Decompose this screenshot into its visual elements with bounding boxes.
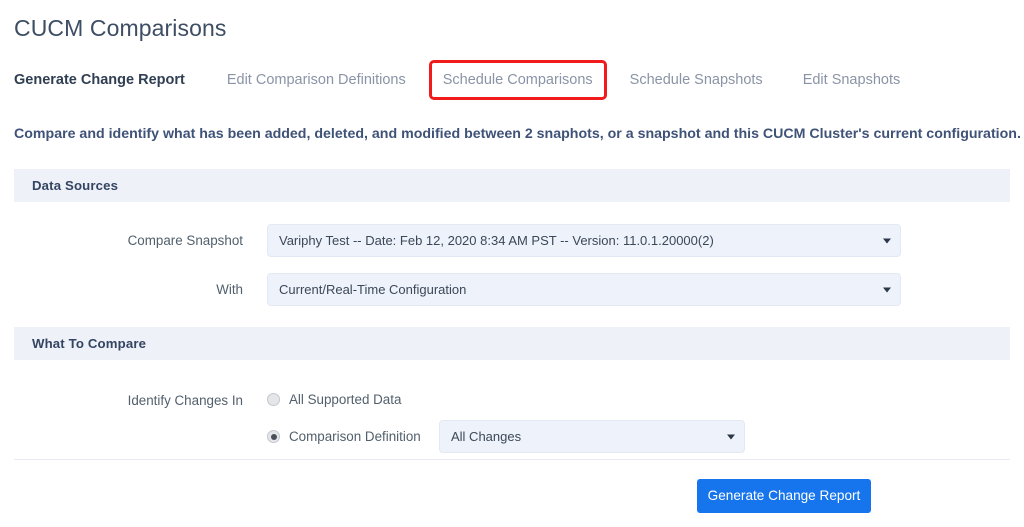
label-identify-changes-in: Identify Changes In	[127, 393, 243, 408]
page-title: CUCM Comparisons	[14, 15, 227, 41]
section-header-what-to-compare: What To Compare	[14, 327, 1010, 360]
label-compare-snapshot: Compare Snapshot	[127, 233, 243, 248]
page-description: Compare and identify what has been added…	[14, 126, 1021, 142]
label-with: With	[216, 282, 243, 297]
section-body-what-to-compare: Identify Changes In All Supported Data C…	[14, 360, 1010, 479]
comparison-definition-select[interactable]: All Changes	[439, 420, 745, 453]
radio-option-comparison-definition[interactable]: Comparison Definition	[267, 429, 439, 444]
footer-divider	[14, 459, 1010, 460]
compare-snapshot-select[interactable]: Variphy Test -- Date: Feb 12, 2020 8:34 …	[267, 224, 901, 257]
generate-change-report-button[interactable]: Generate Change Report	[697, 479, 871, 513]
radio-label-comparison-definition: Comparison Definition	[289, 429, 421, 444]
radio-all-supported-data[interactable]	[267, 393, 280, 406]
chevron-down-icon	[727, 434, 735, 439]
section-header-data-sources: Data Sources	[14, 169, 1010, 202]
radio-option-all-supported-data[interactable]: All Supported Data	[267, 392, 439, 407]
row-compare-snapshot: Compare Snapshot Variphy Test -- Date: F…	[14, 224, 1010, 257]
radio-comparison-definition[interactable]	[267, 430, 280, 443]
radio-line-comparison-definition: Comparison Definition All Changes	[267, 420, 745, 453]
tab-edit-comparison-definitions[interactable]: Edit Comparison Definitions	[227, 65, 406, 95]
chevron-down-icon	[883, 287, 891, 292]
with-select[interactable]: Current/Real-Time Configuration	[267, 273, 901, 306]
radio-line-all-supported-data: All Supported Data	[267, 392, 745, 407]
comparison-form-panel: Data Sources Compare Snapshot Variphy Te…	[14, 169, 1010, 479]
tab-generate-change-report[interactable]: Generate Change Report	[14, 65, 185, 95]
row-identify-changes-in: Identify Changes In All Supported Data C…	[14, 392, 1010, 453]
tab-schedule-comparisons[interactable]: Schedule Comparisons	[428, 60, 607, 100]
chevron-down-icon	[883, 238, 891, 243]
row-with: With Current/Real-Time Configuration	[14, 273, 1010, 306]
comparison-definition-value: All Changes	[451, 429, 522, 444]
with-value: Current/Real-Time Configuration	[279, 282, 467, 297]
tab-edit-snapshots[interactable]: Edit Snapshots	[803, 65, 901, 95]
tab-bar: Generate Change Report Edit Comparison D…	[14, 60, 901, 100]
tab-schedule-snapshots[interactable]: Schedule Snapshots	[630, 65, 763, 95]
cucm-comparisons-page: CUCM Comparisons Generate Change Report …	[0, 0, 1024, 527]
compare-snapshot-value: Variphy Test -- Date: Feb 12, 2020 8:34 …	[279, 233, 714, 248]
section-body-data-sources: Compare Snapshot Variphy Test -- Date: F…	[14, 202, 1010, 327]
identify-changes-radio-group: All Supported Data Comparison Definition…	[267, 392, 745, 453]
radio-label-all-supported-data: All Supported Data	[289, 392, 402, 407]
